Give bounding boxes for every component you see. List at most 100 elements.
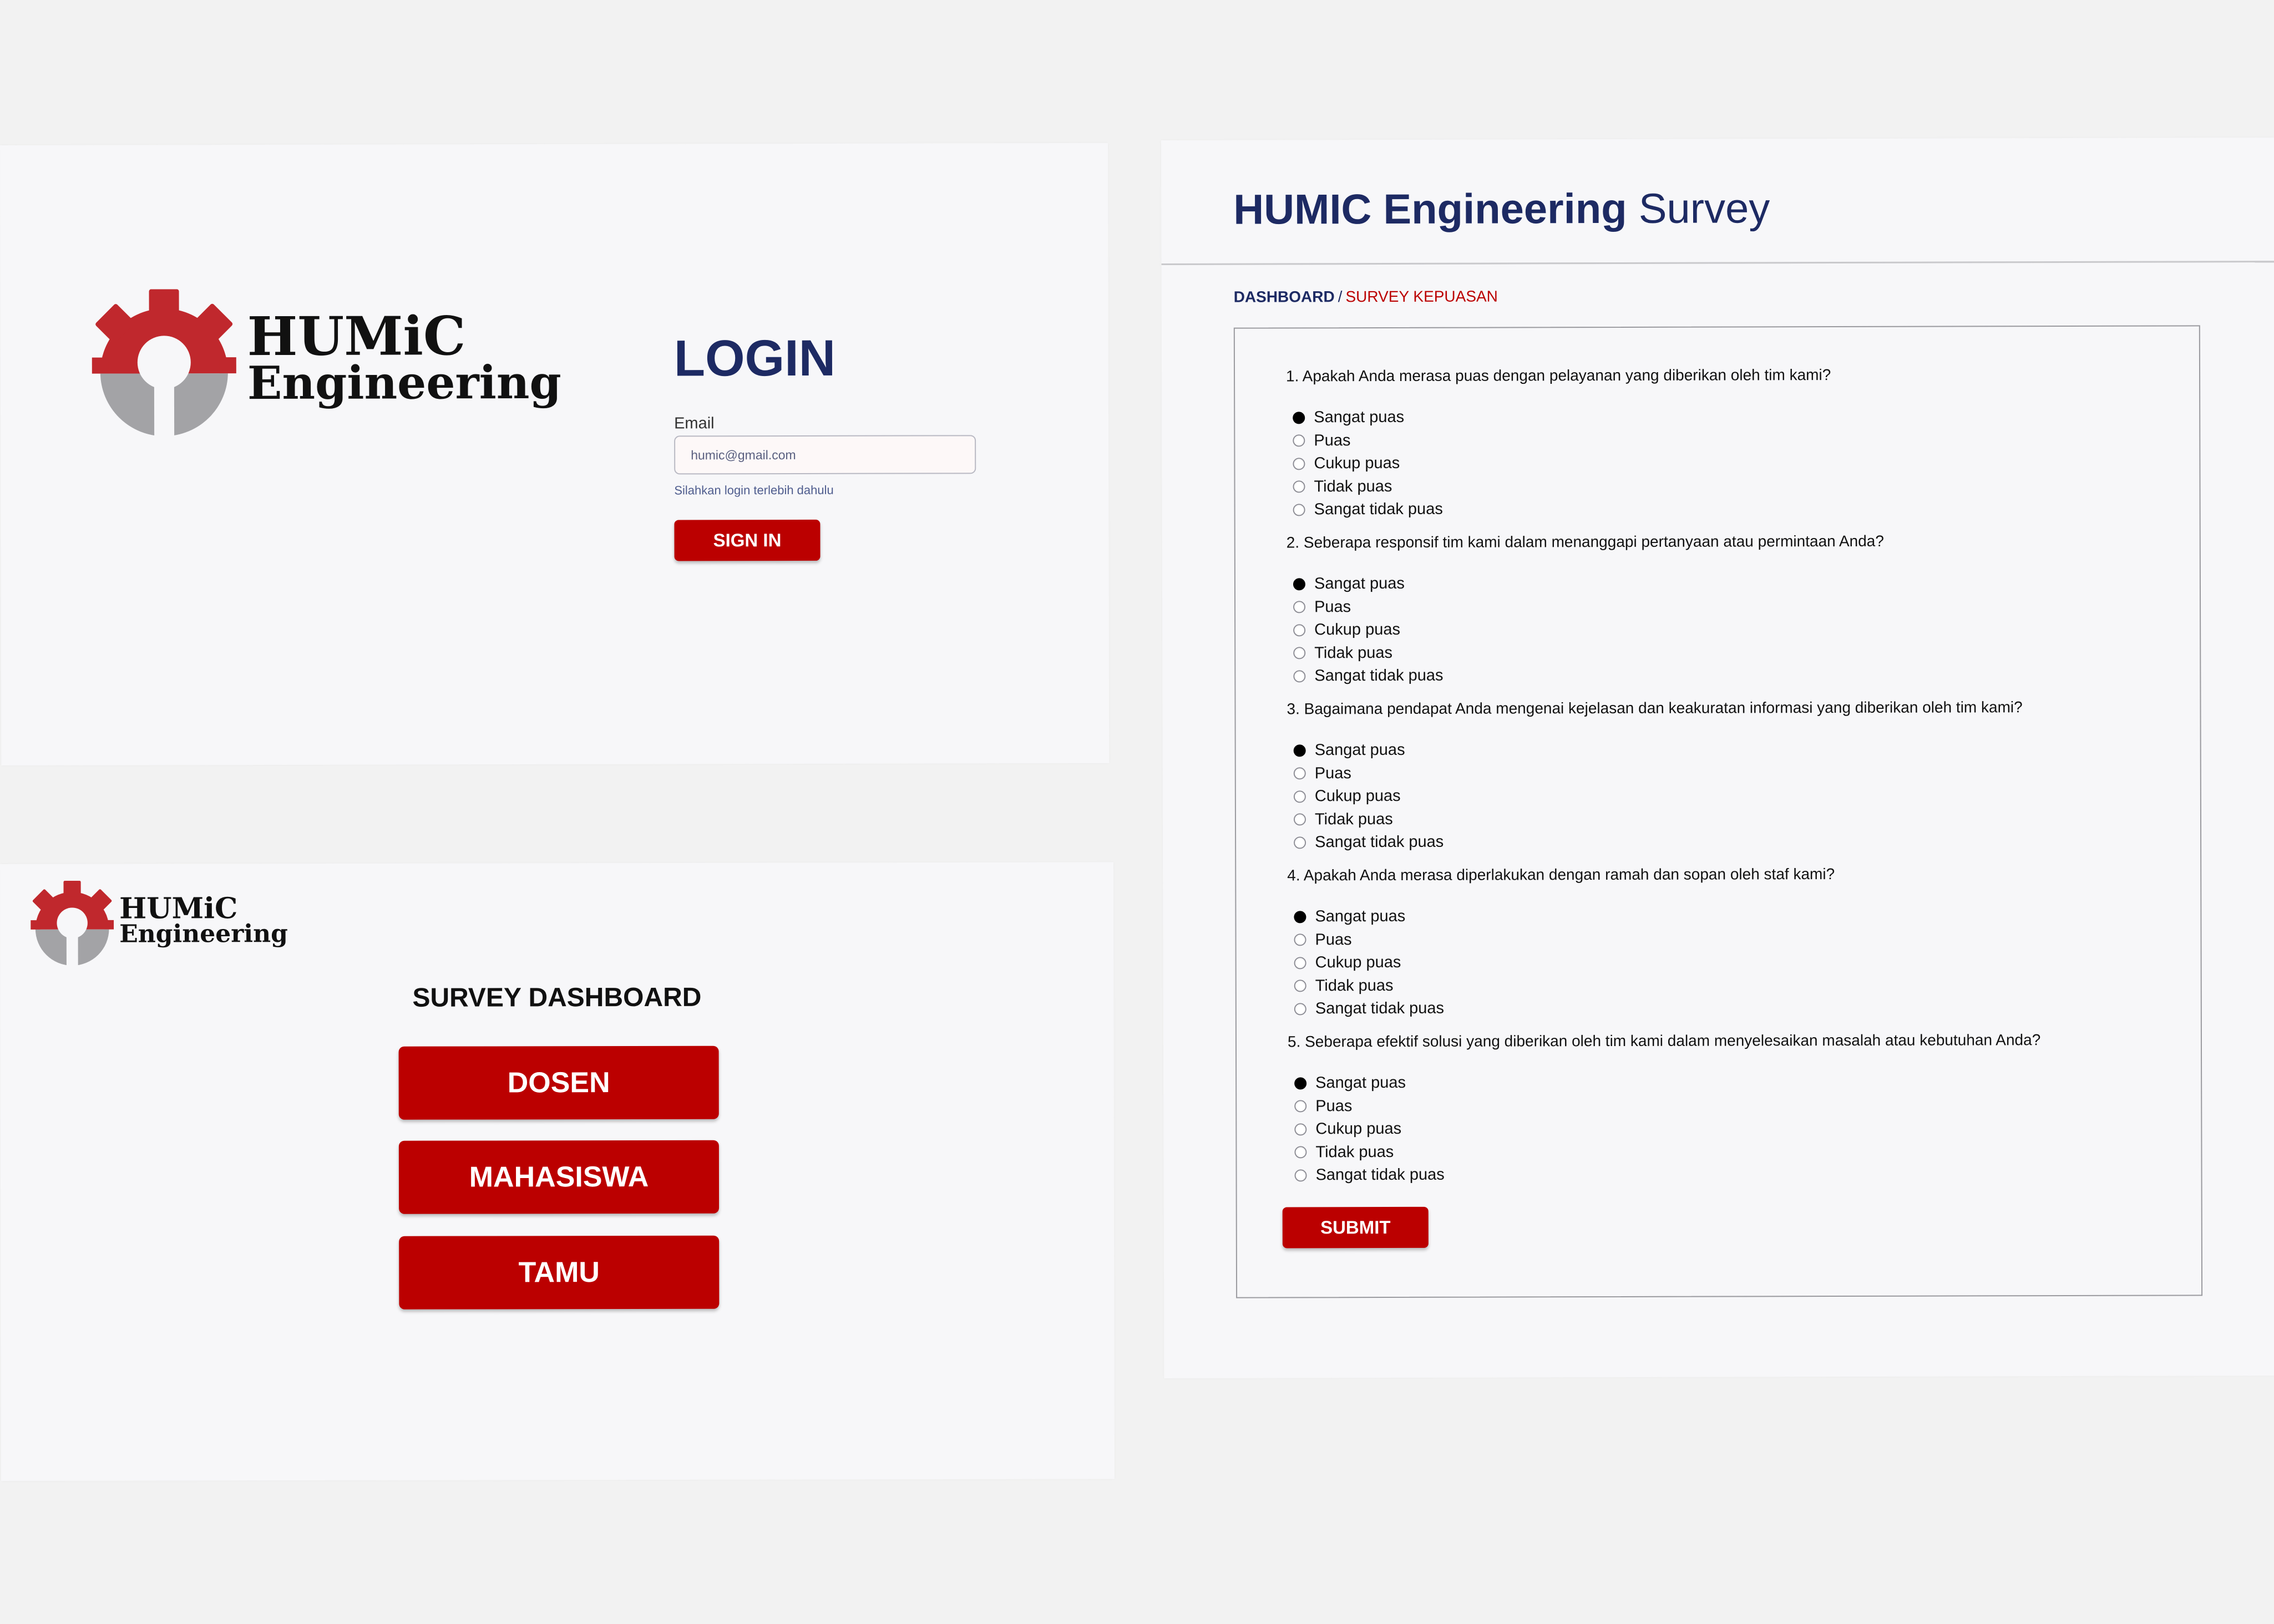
radio-button[interactable] xyxy=(1294,1100,1307,1113)
answer-option-label: Sangat puas xyxy=(1315,1074,1406,1092)
radio-button[interactable] xyxy=(1293,767,1306,780)
breadcrumb-dashboard-link[interactable]: DASHBOARD xyxy=(1234,288,1335,305)
mahasiswa-button[interactable]: MAHASISWA xyxy=(398,1140,720,1214)
answer-option[interactable]: Tidak puas xyxy=(1287,640,1884,664)
email-field[interactable] xyxy=(674,435,976,475)
answer-option-label: Cukup puas xyxy=(1314,787,1401,805)
logo-line2: Engineering xyxy=(247,356,561,410)
sign-in-button[interactable]: SIGN IN xyxy=(674,519,821,561)
answer-option[interactable]: Sangat puas xyxy=(1288,1070,2040,1095)
answer-option-label: Puas xyxy=(1315,1097,1353,1115)
logo-wordmark: HUMiC Engineering xyxy=(119,891,288,948)
radio-button[interactable] xyxy=(1294,1003,1306,1016)
question-text: 3. Bagaimana pendapat Anda mengenai keje… xyxy=(1287,698,2023,718)
answer-option[interactable]: Cukup puas xyxy=(1286,451,1831,475)
answer-option[interactable]: Sangat tidak puas xyxy=(1287,663,1884,688)
breadcrumb-current: SURVEY KEPUASAN xyxy=(1345,287,1498,306)
answer-option-label: Puas xyxy=(1314,431,1351,450)
radio-button[interactable] xyxy=(1293,790,1306,803)
answer-option[interactable]: Puas xyxy=(1286,428,1831,453)
radio-button[interactable] xyxy=(1293,480,1305,493)
question-text: 5. Seberapa efektif solusi yang diberika… xyxy=(1287,1031,2041,1050)
radio-button[interactable] xyxy=(1293,601,1306,613)
answer-option[interactable]: Sangat tidak puas xyxy=(1288,996,1835,1021)
login-screen: HUMiC Engineering LOGIN Email Silahkan l… xyxy=(0,143,1110,765)
answer-option-label: Sangat puas xyxy=(1314,575,1405,593)
answer-option[interactable]: Sangat tidak puas xyxy=(1287,497,1831,521)
radio-button[interactable] xyxy=(1293,813,1306,826)
humic-logo: HUMiC Engineering xyxy=(92,288,561,445)
answer-option-label: Tidak puas xyxy=(1315,976,1394,995)
submit-button[interactable]: SUBMIT xyxy=(1282,1206,1429,1249)
answer-option-label: Sangat tidak puas xyxy=(1315,833,1444,851)
answer-option[interactable]: Puas xyxy=(1287,760,2023,785)
answer-option[interactable]: Sangat tidak puas xyxy=(1288,1162,2041,1187)
answer-option[interactable]: Tidak puas xyxy=(1288,1139,2040,1164)
radio-button[interactable] xyxy=(1293,624,1306,637)
gear-logo-icon xyxy=(31,880,114,971)
login-title: LOGIN xyxy=(673,329,836,387)
answer-option[interactable]: Cukup puas xyxy=(1287,617,1884,642)
answer-option[interactable]: Puas xyxy=(1288,1093,2040,1118)
email-label: Email xyxy=(674,414,715,433)
answer-option-label: Cukup puas xyxy=(1314,621,1400,639)
question-text: 1. Apakah Anda merasa puas dengan pelaya… xyxy=(1286,366,1831,385)
answer-option-label: Puas xyxy=(1314,764,1351,783)
logo-line1: HUMiC xyxy=(247,304,466,368)
radio-button[interactable] xyxy=(1294,933,1306,946)
answer-option-label: Sangat tidak puas xyxy=(1314,667,1444,685)
radio-button[interactable] xyxy=(1293,412,1305,424)
radio-button[interactable] xyxy=(1293,458,1305,470)
answer-option[interactable]: Sangat puas xyxy=(1286,405,1831,429)
radio-button[interactable] xyxy=(1294,911,1306,923)
survey-question: 5. Seberapa efektif solusi yang diberika… xyxy=(1288,1031,2041,1187)
survey-question: 3. Bagaimana pendapat Anda mengenai keje… xyxy=(1287,698,2023,854)
answer-option-label: Sangat puas xyxy=(1314,741,1405,759)
answer-option[interactable]: Puas xyxy=(1287,594,1884,618)
header-divider xyxy=(1161,261,2274,265)
answer-option-label: Tidak puas xyxy=(1314,643,1393,662)
radio-button[interactable] xyxy=(1294,1123,1307,1136)
answer-option-label: Sangat tidak puas xyxy=(1314,500,1443,519)
question-text: 4. Apakah Anda merasa diperlakukan denga… xyxy=(1287,865,1835,884)
radio-button[interactable] xyxy=(1293,434,1305,447)
answer-option[interactable]: Tidak puas xyxy=(1286,474,1831,499)
radio-button[interactable] xyxy=(1294,957,1306,970)
page-title-light: Survey xyxy=(1638,185,1770,232)
answer-option[interactable]: Cukup puas xyxy=(1287,783,2023,808)
radio-button[interactable] xyxy=(1294,1077,1307,1090)
page-title: HUMIC Engineering Survey xyxy=(1233,184,1770,234)
survey-dashboard-screen: HUMiC Engineering SURVEY DASHBOARD DOSEN… xyxy=(0,862,1115,1481)
radio-button[interactable] xyxy=(1293,670,1306,683)
answer-option[interactable]: Cukup puas xyxy=(1288,950,1835,975)
radio-button[interactable] xyxy=(1293,504,1305,516)
answer-option-label: Cukup puas xyxy=(1315,1120,1402,1138)
radio-button[interactable] xyxy=(1294,836,1306,849)
radio-button[interactable] xyxy=(1294,1146,1307,1159)
answer-option-label: Tidak puas xyxy=(1314,477,1392,496)
radio-button[interactable] xyxy=(1293,744,1306,757)
dosen-button[interactable]: DOSEN xyxy=(398,1046,719,1120)
answer-option-label: Tidak puas xyxy=(1315,1143,1394,1161)
answer-option[interactable]: Puas xyxy=(1287,927,1835,952)
radio-button[interactable] xyxy=(1294,1169,1307,1182)
answer-option[interactable]: Sangat puas xyxy=(1287,904,1835,928)
question-text: 2. Seberapa responsif tim kami dalam men… xyxy=(1286,532,1884,551)
answer-option[interactable]: Sangat puas xyxy=(1287,737,2023,762)
radio-button[interactable] xyxy=(1293,578,1305,591)
answer-option[interactable]: Cukup puas xyxy=(1288,1116,2040,1141)
radio-button[interactable] xyxy=(1293,647,1306,659)
answer-option-label: Cukup puas xyxy=(1315,953,1401,972)
humic-logo: HUMiC Engineering xyxy=(31,880,288,971)
logo-line1: HUMiC xyxy=(119,891,238,926)
survey-question: 2. Seberapa responsif tim kami dalam men… xyxy=(1287,532,1885,688)
answer-option[interactable]: Sangat tidak puas xyxy=(1287,829,2023,854)
radio-button[interactable] xyxy=(1294,980,1306,992)
answer-option-label: Tidak puas xyxy=(1314,810,1393,829)
answer-option-label: Sangat puas xyxy=(1315,907,1406,926)
gear-logo-icon xyxy=(92,289,236,445)
answer-option[interactable]: Sangat puas xyxy=(1287,571,1884,596)
answer-option[interactable]: Tidak puas xyxy=(1287,806,2023,831)
answer-option[interactable]: Tidak puas xyxy=(1288,973,1835,998)
tamu-button[interactable]: TAMU xyxy=(399,1235,720,1310)
